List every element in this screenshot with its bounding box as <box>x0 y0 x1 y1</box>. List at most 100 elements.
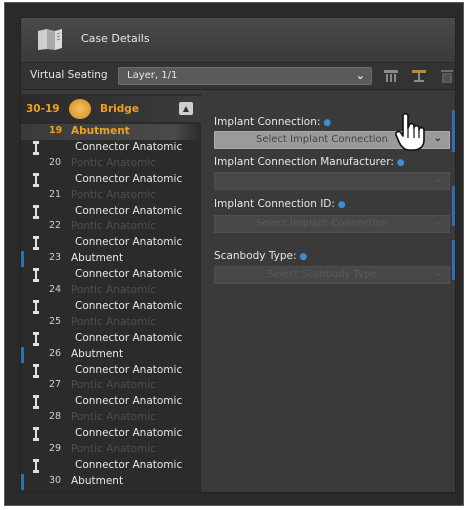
case-document-icon <box>38 29 62 50</box>
bridge-range: 30-19 <box>26 103 60 115</box>
tooth-number: 30 <box>49 474 62 486</box>
bridge-group-row[interactable]: 30-19 Bridge ▲ <box>21 96 201 122</box>
scanbody-select[interactable]: Select Scanbody Type ⌄ <box>214 266 450 284</box>
tooth-number: 25 <box>49 315 62 327</box>
articulator-alt-icon[interactable] <box>411 68 427 84</box>
tree-item-label: Connector Anatomic <box>75 458 183 471</box>
tree-row-pontic[interactable]: 29 Pontic Anatomic <box>21 442 201 458</box>
tooth-number: 26 <box>49 347 62 359</box>
tree-row-abutment[interactable]: 19 Abutment <box>21 124 201 140</box>
form-marker <box>452 186 455 226</box>
articulator-icon[interactable] <box>383 68 399 84</box>
window-frame: Case Details Virtual Seating Layer, 1/1 … <box>4 2 464 506</box>
tree-item-label: Connector Anatomic <box>75 331 183 344</box>
tooth-number: 19 <box>49 125 63 136</box>
tree-row-connector[interactable]: Connector Anatomic <box>21 235 201 251</box>
tree-item-label: Connector Anatomic <box>75 236 183 249</box>
layer-select[interactable]: Layer, 1/1 ⌄ <box>118 67 372 85</box>
tooth-tree: 30-19 Bridge ▲ 19 Abutment Connector Anato… <box>21 94 201 492</box>
tree-item-label: Connector Anatomic <box>75 140 183 153</box>
tree-row-connector[interactable]: Connector Anatomic <box>21 363 201 379</box>
scanbody-placeholder: Select Scanbody Type <box>267 269 377 280</box>
tooth-number: 24 <box>49 284 62 295</box>
connector-icon <box>33 363 39 378</box>
tree-row-connector[interactable]: Connector Anatomic <box>21 140 201 156</box>
form-marker <box>452 110 455 152</box>
manufacturer-label: Implant Connection Manufacturer: ● <box>214 156 405 168</box>
tooth-number: 28 <box>49 411 62 423</box>
connection-id-select[interactable]: Select Implant Connection ⌄ <box>214 215 450 233</box>
tree-item-label: Pontic Anatomic <box>71 379 156 392</box>
connection-id-label: Implant Connection ID: ● <box>214 198 346 210</box>
chevron-down-icon: ⌄ <box>355 69 365 82</box>
tree-item-label: Connector Anatomic <box>75 395 183 408</box>
tree-row-abutment[interactable]: 23 Abutment <box>21 251 201 268</box>
virtual-seating-toolbar: Virtual Seating Layer, 1/1 ⌄ <box>21 63 455 90</box>
tree-item-label: Pontic Anatomic <box>71 156 156 169</box>
chevron-down-icon: ⌄ <box>433 133 442 144</box>
manufacturer-select[interactable]: ⌄ <box>214 172 450 190</box>
tree-row-connector[interactable]: Connector Anatomic <box>21 458 201 474</box>
trash-icon[interactable] <box>439 68 455 84</box>
tree-row-pontic[interactable]: 27 Pontic Anatomic <box>21 378 201 394</box>
tree-item-label: Connector Anatomic <box>75 363 183 376</box>
required-indicator: ● <box>334 200 346 210</box>
tree-item-label: Abutment <box>71 347 124 360</box>
tooth-number: 23 <box>49 252 62 264</box>
tree-item-label: Pontic Anatomic <box>71 411 156 424</box>
connector-icon <box>33 140 39 155</box>
tree-item-label: Abutment <box>71 474 124 487</box>
tree-row-connector[interactable]: Connector Anatomic <box>21 426 201 442</box>
connector-icon <box>33 299 39 314</box>
connector-icon <box>33 268 39 283</box>
panel-title: Case Details <box>81 32 150 45</box>
hand-pointer-cursor-icon <box>395 112 425 151</box>
tree-item-label: Connector Anatomic <box>75 427 183 440</box>
tree-row-connector[interactable]: Connector Anatomic <box>21 299 201 315</box>
tree-item-label: Pontic Anatomic <box>71 443 156 455</box>
connector-icon <box>33 331 39 346</box>
abutment-marker <box>21 473 24 490</box>
tree-row-connector[interactable]: Connector Anatomic <box>21 331 201 347</box>
tree-row-abutment[interactable]: 26 Abutment <box>21 346 201 363</box>
panel-header: Case Details <box>21 18 455 63</box>
scanbody-label: Scanbody Type: ● <box>214 250 308 262</box>
tree-row-pontic[interactable]: 21 Pontic Anatomic <box>21 188 201 204</box>
tree-row-pontic[interactable]: 22 Pontic Anatomic <box>21 219 201 235</box>
abutment-marker <box>21 251 24 268</box>
layer-select-value: Layer, 1/1 <box>127 70 178 81</box>
tree-row-connector[interactable]: Connector Anatomic <box>21 394 201 410</box>
tree-item-label: Connector Anatomic <box>75 172 183 185</box>
required-indicator: ● <box>393 158 405 168</box>
bridge-icon <box>69 99 91 119</box>
implant-form: Implant Connection: ● Select Implant Con… <box>202 94 455 492</box>
connection-id-placeholder: Select Implant Connection <box>256 218 388 229</box>
connector-icon <box>33 172 39 187</box>
connector-icon <box>33 204 39 219</box>
bridge-label: Bridge <box>100 103 139 115</box>
tree-row-connector[interactable]: Connector Anatomic <box>21 172 201 188</box>
form-marker <box>452 240 455 280</box>
tree-row-pontic[interactable]: 20 Pontic Anatomic <box>21 156 201 172</box>
collapse-button[interactable]: ▲ <box>179 102 193 115</box>
required-indicator: ● <box>320 118 332 128</box>
tree-item-label: Pontic Anatomic <box>71 220 156 233</box>
tree-row-pontic[interactable]: 25 Pontic Anatomic <box>21 315 201 331</box>
abutment-marker <box>21 346 24 363</box>
connector-icon <box>33 395 39 410</box>
tree-row-abutment[interactable]: 30 Abutment <box>21 473 201 490</box>
tree-item-label: Connector Anatomic <box>75 204 183 217</box>
tree-item-label: Connector Anatomic <box>75 268 183 281</box>
chevron-down-icon: ⌄ <box>433 217 442 228</box>
tooth-number: 21 <box>49 188 62 200</box>
tree-row-pontic[interactable]: 28 Pontic Anatomic <box>21 410 201 426</box>
tooth-number: 22 <box>49 220 62 232</box>
chevron-down-icon: ⌄ <box>433 268 442 279</box>
tree-row-pontic[interactable]: 24 Pontic Anatomic <box>21 283 201 299</box>
tree-item-label: Abutment <box>71 252 124 265</box>
tree-row-connector[interactable]: Connector Anatomic <box>21 204 201 220</box>
tree-row-connector[interactable]: Connector Anatomic <box>21 267 201 283</box>
chevron-down-icon: ⌄ <box>433 174 442 185</box>
required-indicator: ● <box>296 252 308 262</box>
connector-icon <box>33 427 39 442</box>
